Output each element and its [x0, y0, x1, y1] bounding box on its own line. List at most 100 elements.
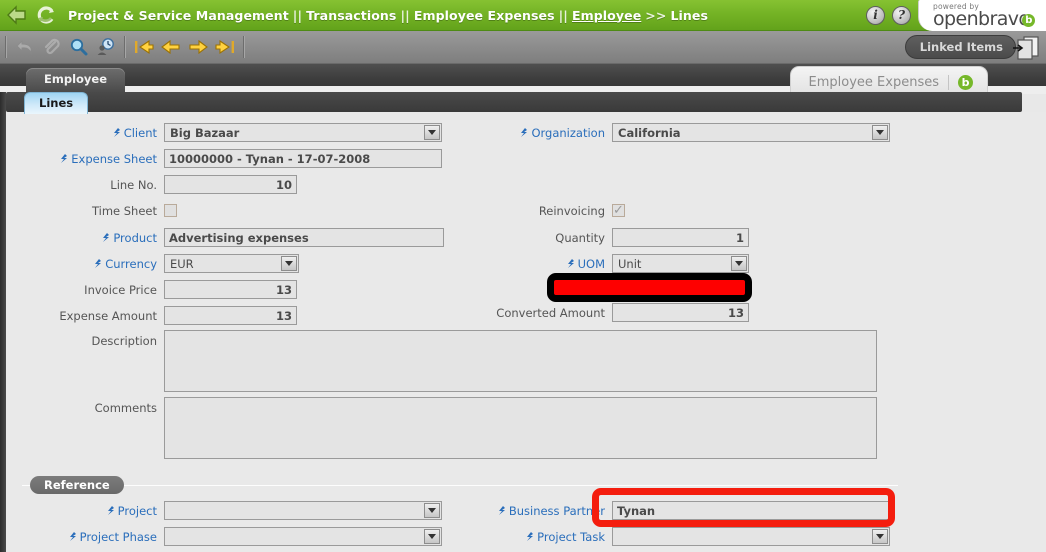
back-arrow-icon[interactable] — [2, 1, 32, 29]
toolbar: Linked Items — [0, 31, 1046, 64]
time-sheet-checkbox[interactable] — [164, 204, 177, 217]
required-pin-icon — [113, 127, 121, 138]
breadcrumb-item-window[interactable]: Employee Expenses — [414, 8, 555, 23]
expense-amount-input[interactable] — [164, 306, 297, 325]
linked-items-button[interactable]: Linked Items — [904, 35, 1016, 59]
tab-lines[interactable]: Lines — [24, 92, 89, 114]
logo-mark-icon: b — [1022, 13, 1035, 27]
field-label: Product — [6, 231, 164, 245]
chevron-down-icon[interactable] — [424, 529, 440, 544]
window-title-tab[interactable]: Employee Expenses b — [789, 66, 988, 92]
field-project-phase: Project Phase — [6, 526, 466, 547]
breadcrumb-separator: >> — [645, 7, 667, 23]
chevron-down-icon[interactable] — [424, 503, 440, 518]
linked-items-icon[interactable] — [1012, 34, 1042, 60]
project-task-select[interactable] — [612, 527, 890, 546]
next-record-icon[interactable] — [184, 34, 211, 61]
field-converted-amount: Converted Amount — [494, 302, 914, 323]
openbravo-logo[interactable]: powered by openbravo b — [918, 0, 1046, 31]
label-text: Client — [123, 125, 157, 140]
project-select[interactable] — [164, 501, 442, 520]
field-label: Project — [6, 504, 164, 518]
redaction-box-converted-amount-currency — [547, 273, 752, 302]
first-record-icon[interactable] — [130, 34, 157, 61]
field-reinvoicing: Reinvoicing — [494, 200, 914, 221]
client-select[interactable]: Big Bazaar — [164, 123, 442, 142]
converted-amount-input[interactable] — [612, 303, 749, 322]
product-input[interactable] — [164, 228, 444, 247]
expense-sheet-input[interactable] — [164, 149, 442, 168]
label-text: Description — [91, 333, 158, 348]
field-description: Description — [6, 330, 1046, 392]
label-text: Reinvoicing — [538, 203, 605, 218]
section-reference-label[interactable]: Reference — [30, 476, 124, 494]
field-time-sheet: Time Sheet — [6, 200, 466, 221]
project-phase-select[interactable] — [164, 527, 442, 546]
field-label: UOM — [494, 257, 612, 271]
field-label: Line No. — [6, 178, 164, 192]
reference-column-left: Project Project Phase — [6, 500, 466, 552]
chevron-down-icon[interactable] — [872, 125, 888, 140]
refresh-icon[interactable] — [32, 1, 60, 29]
project-phase-select-value[interactable] — [164, 527, 442, 546]
section-reference: Reference — [22, 476, 898, 494]
app-header: Project & Service Management || Transact… — [0, 0, 1046, 31]
project-select-value[interactable] — [164, 501, 442, 520]
label-text: Project Phase — [79, 529, 157, 544]
reinvoicing-checkbox[interactable] — [612, 204, 625, 217]
field-label: Converted Amount — [494, 306, 612, 320]
logo-wordmark: openbravo b — [933, 7, 1046, 30]
field-label: Quantity — [494, 231, 612, 245]
uom-select-value[interactable]: Unit — [612, 254, 749, 273]
logo-wordmark-text: openbravo — [933, 7, 1030, 30]
field-label: Project Phase — [6, 530, 164, 544]
label-text: Converted Amount — [496, 305, 605, 320]
chevron-down-icon[interactable] — [731, 256, 747, 271]
field-product: Product — [6, 227, 466, 248]
project-task-select-value[interactable] — [612, 527, 890, 546]
help-icon[interactable]: ? — [892, 5, 911, 25]
search-icon[interactable] — [65, 34, 92, 61]
chevron-down-icon[interactable] — [424, 125, 440, 140]
uom-select[interactable]: Unit — [612, 254, 749, 273]
field-project-task: Project Task — [494, 526, 914, 547]
previous-record-icon[interactable] — [157, 34, 184, 61]
label-text: Time Sheet — [91, 203, 157, 218]
organization-select[interactable]: California — [612, 123, 890, 142]
tab-employee[interactable]: Employee — [26, 68, 126, 92]
organization-select-value[interactable]: California — [612, 123, 890, 142]
field-label: Project Task — [494, 530, 612, 544]
last-record-icon[interactable] — [211, 34, 238, 61]
field-expense-sheet: Expense Sheet — [6, 148, 466, 169]
info-icon[interactable]: i — [866, 5, 885, 25]
currency-select[interactable]: EUR — [164, 254, 299, 273]
breadcrumb: Project & Service Management || Transact… — [68, 8, 708, 23]
line-no-input[interactable] — [164, 175, 297, 194]
field-label: Business Partner — [494, 504, 612, 518]
audit-trail-icon[interactable] — [92, 34, 119, 61]
attachment-icon[interactable] — [38, 34, 65, 61]
label-text: Project Task — [537, 529, 605, 544]
breadcrumb-item-module[interactable]: Project & Service Management — [68, 8, 289, 23]
section-divider — [22, 485, 898, 486]
currency-select-value[interactable]: EUR — [164, 254, 299, 273]
chevron-down-icon[interactable] — [281, 256, 297, 271]
quantity-input[interactable] — [612, 228, 749, 247]
label-text: Organization — [531, 125, 605, 140]
invoice-price-input[interactable] — [164, 280, 297, 299]
required-pin-icon — [498, 505, 506, 516]
field-quantity: Quantity — [494, 227, 914, 248]
field-currency: Currency EUR — [6, 253, 466, 274]
label-text: Project — [117, 503, 157, 518]
comments-textarea[interactable] — [164, 397, 877, 459]
required-pin-icon — [94, 258, 102, 269]
description-textarea[interactable] — [164, 330, 877, 392]
business-partner-input[interactable] — [612, 501, 890, 520]
toolbar-divider — [124, 36, 125, 58]
breadcrumb-item-employee[interactable]: Employee — [572, 8, 641, 23]
breadcrumb-item-transactions[interactable]: Transactions — [306, 8, 396, 23]
undo-icon[interactable] — [11, 34, 38, 61]
field-label: Expense Amount — [6, 309, 164, 323]
client-select-value[interactable]: Big Bazaar — [164, 123, 442, 142]
chevron-down-icon[interactable] — [872, 529, 888, 544]
